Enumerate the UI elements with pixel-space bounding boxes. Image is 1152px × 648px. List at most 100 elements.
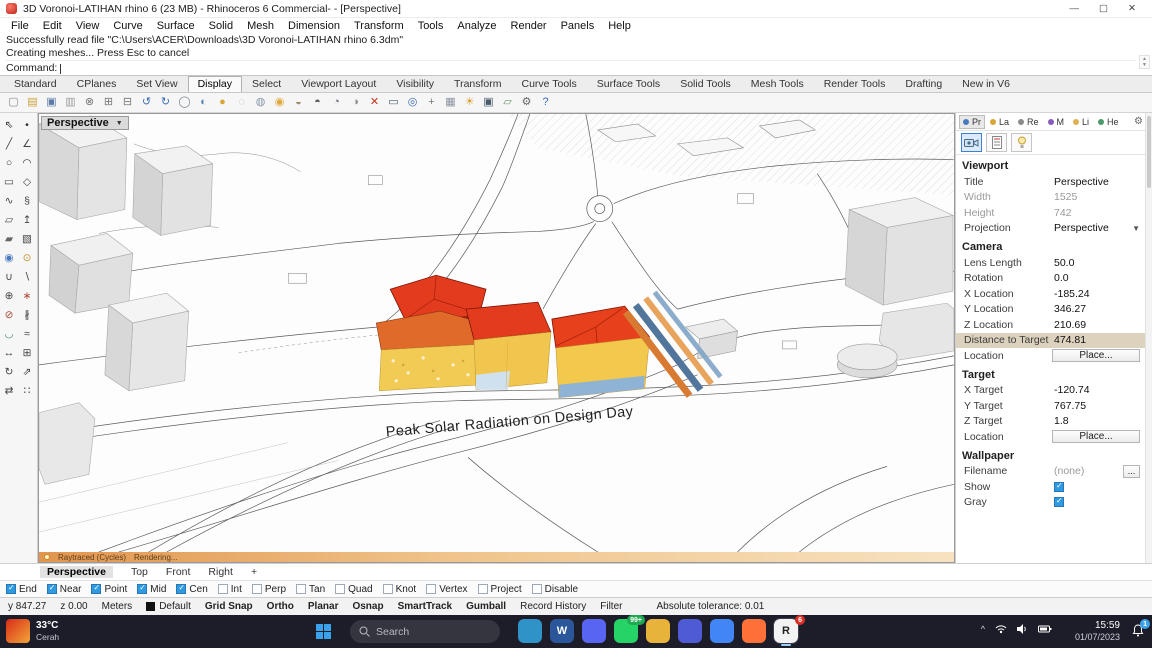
point-icon[interactable]: • (19, 118, 35, 133)
osnap-cen-checkbox[interactable] (176, 584, 186, 594)
osnap-item-perp[interactable]: Perp (252, 584, 286, 595)
camera-properties-button[interactable] (961, 133, 982, 152)
z-target-field[interactable]: 1.8 (1052, 415, 1152, 427)
taskbar-app-word[interactable]: W (550, 619, 574, 643)
maximize-button[interactable]: ▢ (1099, 3, 1108, 14)
osnap-point-checkbox[interactable] (91, 584, 101, 594)
menu-item-transform[interactable]: Transform (347, 20, 411, 32)
select-cursor-icon[interactable]: ⇖ (1, 118, 17, 133)
display-options-icon[interactable]: ⚙ (518, 95, 535, 111)
open-file-icon[interactable]: ▤ (24, 95, 41, 111)
ribbon-tab-drafting[interactable]: Drafting (895, 76, 952, 92)
explode-icon[interactable]: ∗ (19, 289, 35, 304)
plane-icon[interactable]: ▰ (1, 232, 17, 247)
x-location-field[interactable]: -185.24 (1052, 288, 1152, 300)
ribbon-tab-transform[interactable]: Transform (444, 76, 511, 92)
polygon-icon[interactable]: ◇ (19, 175, 35, 190)
osnap-disable-checkbox[interactable] (532, 584, 542, 594)
osnap-vertex-checkbox[interactable] (426, 584, 436, 594)
osnap-mid-checkbox[interactable] (137, 584, 147, 594)
menu-item-analyze[interactable]: Analyze (450, 20, 503, 32)
osnap-item-near[interactable]: Near (47, 584, 82, 595)
ribbon-tab-visibility[interactable]: Visibility (386, 76, 444, 92)
ribbon-tab-display[interactable]: Display (188, 76, 242, 92)
grid-icon[interactable]: ▦ (442, 95, 459, 111)
status-item-grid-snap[interactable]: Grid Snap (205, 601, 253, 612)
offset-icon[interactable]: ≈ (19, 327, 35, 342)
status-item-planar[interactable]: Planar (308, 601, 339, 612)
ghosted-display-icon[interactable]: ◌ (233, 95, 250, 111)
osnap-item-tan[interactable]: Tan (296, 584, 325, 595)
projection-select[interactable]: Perspective ▼ (1052, 222, 1152, 234)
osnap-item-quad[interactable]: Quad (335, 584, 372, 595)
trim-icon[interactable]: ⊘ (1, 308, 17, 323)
scrollbar-thumb[interactable] (1147, 116, 1151, 188)
rotation-field[interactable]: 0.0 (1052, 272, 1152, 284)
camera-icon[interactable]: ▣ (480, 95, 497, 111)
units-label[interactable]: Meters (102, 601, 133, 612)
ribbon-tab-viewport-layout[interactable]: Viewport Layout (291, 76, 386, 92)
line-icon[interactable]: ╱ (1, 137, 17, 152)
osnap-project-checkbox[interactable] (478, 584, 488, 594)
status-item-filter[interactable]: Filter (600, 601, 622, 612)
rectangle-icon[interactable]: ▭ (1, 175, 17, 190)
paste-icon[interactable]: ⊟ (119, 95, 136, 111)
menu-item-curve[interactable]: Curve (106, 20, 149, 32)
taskbar-app-chrome[interactable] (710, 619, 734, 643)
vptab-right[interactable]: Right (208, 566, 233, 578)
boolean-difference-icon[interactable]: ∖ (19, 270, 35, 285)
shaded-display-icon[interactable]: ◐ (195, 95, 212, 111)
ribbon-tab-curve-tools[interactable]: Curve Tools (512, 76, 587, 92)
osnap-item-mid[interactable]: Mid (137, 584, 166, 595)
z-location-field[interactable]: 210.69 (1052, 319, 1152, 331)
taskbar-app-edge[interactable] (518, 619, 542, 643)
copy-object-icon[interactable]: ⊞ (19, 346, 35, 361)
taskbar-search[interactable]: Search (350, 620, 500, 643)
sun-icon[interactable]: ☀ (461, 95, 478, 111)
close-button[interactable]: ✕ (1128, 3, 1136, 14)
status-item-osnap[interactable]: Osnap (352, 601, 383, 612)
new-file-icon[interactable]: ▢ (5, 95, 22, 111)
minimize-button[interactable]: — (1070, 3, 1080, 14)
ribbon-tab-render-tools[interactable]: Render Tools (814, 76, 896, 92)
display-properties-button[interactable] (986, 133, 1007, 152)
circle-icon[interactable]: ○ (1, 156, 17, 171)
osnap-tan-checkbox[interactable] (296, 584, 306, 594)
ribbon-tab-solid-tools[interactable]: Solid Tools (670, 76, 741, 92)
perspective-viewport[interactable]: Peak Solar Radiation on Design Day Persp… (38, 113, 955, 563)
command-scrollbar[interactable]: ▲▼ (1139, 55, 1150, 69)
taskbar-app-rhino[interactable]: R6 (774, 619, 798, 643)
delete-icon[interactable]: ✕ (366, 95, 383, 111)
rendered-display-icon[interactable]: ● (214, 95, 231, 111)
battery-icon[interactable] (1038, 625, 1052, 633)
panel-scrollbar[interactable] (1145, 113, 1152, 563)
taskbar-app-whatsapp[interactable]: 99+ (614, 619, 638, 643)
help-icon[interactable]: ? (537, 95, 554, 111)
volume-icon[interactable] (1017, 624, 1028, 634)
ribbon-tab-select[interactable]: Select (242, 76, 291, 92)
sphere-icon[interactable]: ◉ (1, 251, 17, 266)
surface-icon[interactable]: ▱ (1, 213, 17, 228)
notification-bell[interactable]: 1 (1132, 624, 1144, 640)
status-item-smarttrack[interactable]: SmartTrack (398, 601, 452, 612)
chevron-down-icon[interactable]: ▼ (1132, 224, 1140, 233)
scroll-down-icon[interactable]: ▼ (1142, 62, 1147, 68)
osnap-perp-checkbox[interactable] (252, 584, 262, 594)
vptab-front[interactable]: Front (166, 566, 191, 578)
panel-tab-help[interactable]: He (1094, 115, 1123, 129)
wallpaper-filename-value[interactable]: (none) (1052, 465, 1123, 477)
taskbar-app-explorer[interactable] (646, 619, 670, 643)
panel-tab-layers[interactable]: La (986, 115, 1013, 129)
undo-icon[interactable]: ↺ (138, 95, 155, 111)
wireframe-display-icon[interactable]: ◯ (176, 95, 193, 111)
ribbon-tab-cplanes[interactable]: CPlanes (67, 76, 127, 92)
y-target-field[interactable]: 767.75 (1052, 400, 1152, 412)
vptab-top[interactable]: Top (131, 566, 148, 578)
print-icon[interactable]: ▥ (62, 95, 79, 111)
artistic-display-icon[interactable]: ◒ (290, 95, 307, 111)
menu-item-render[interactable]: Render (504, 20, 554, 32)
osnap-item-knot[interactable]: Knot (383, 584, 417, 595)
status-item-gumball[interactable]: Gumball (466, 601, 506, 612)
wallpaper-gray-checkbox[interactable] (1054, 497, 1064, 507)
viewport-canvas[interactable]: Peak Solar Radiation on Design Day (39, 114, 954, 552)
